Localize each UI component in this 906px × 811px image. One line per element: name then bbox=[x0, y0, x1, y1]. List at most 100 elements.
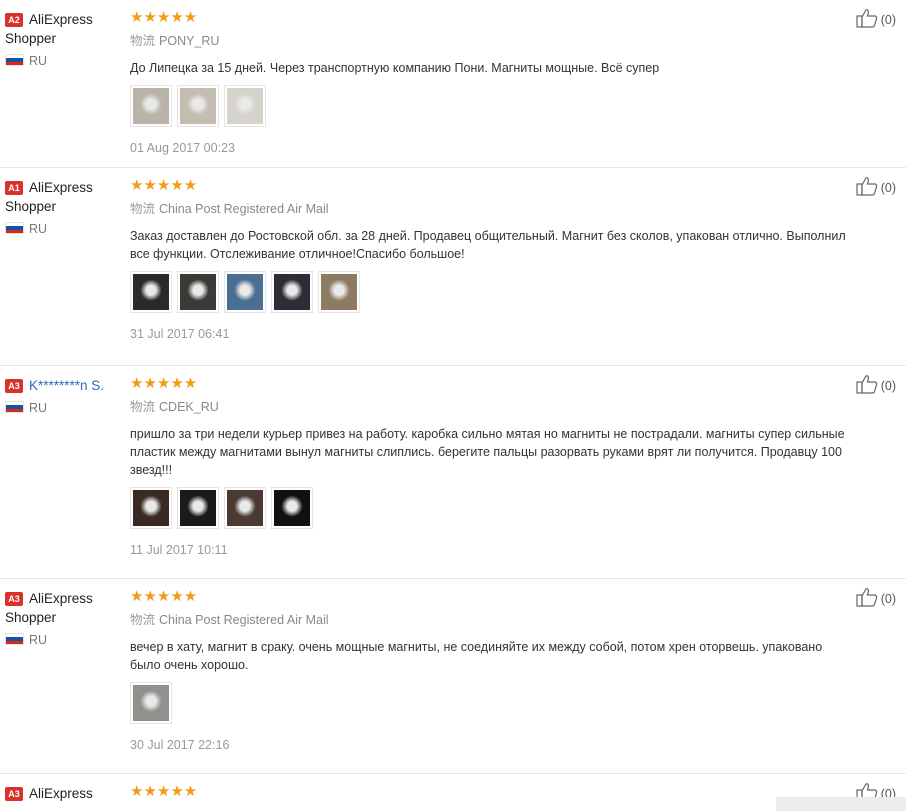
review-photo-thumbnail[interactable] bbox=[271, 271, 313, 313]
thumbs-up-icon bbox=[856, 8, 878, 31]
photo-image bbox=[180, 490, 216, 526]
logistics-method: CDEK_RU bbox=[159, 400, 219, 414]
logistics-method: China Post Registered Air Mail bbox=[159, 613, 329, 627]
review-content: ★★★★★ 物流 China Post Registered Air Mail веч… bbox=[130, 589, 846, 752]
review-item: A3 AliExpress ★★★★★ (0) bbox=[0, 774, 906, 811]
review-item: A1 AliExpress Shopper RU ★★★★★ 物流 China Post … bbox=[0, 168, 906, 366]
review-photo-thumbnail[interactable] bbox=[177, 85, 219, 127]
buyer-level-badge: A3 bbox=[5, 787, 23, 801]
photo-image bbox=[180, 274, 216, 310]
logistics-method: PONY_RU bbox=[159, 34, 220, 48]
country-code: RU bbox=[29, 54, 48, 68]
thumbs-up-icon bbox=[856, 374, 878, 397]
country-code: RU bbox=[29, 401, 48, 415]
reviewer-name: AliExpress bbox=[29, 786, 93, 801]
logistics-label: 物流 bbox=[130, 202, 156, 216]
review-photo-thumbnail[interactable] bbox=[177, 271, 219, 313]
reviewer-line: A2 AliExpress Shopper bbox=[5, 10, 123, 48]
review-date: 01 Aug 2017 00:23 bbox=[130, 141, 235, 155]
review-photo-thumbnail[interactable] bbox=[130, 682, 172, 724]
review-photo-thumbnail[interactable] bbox=[130, 271, 172, 313]
photo-image bbox=[227, 88, 263, 124]
reviewer-info: A3 K********n S. RU bbox=[5, 376, 123, 415]
review-item: A2 AliExpress Shopper RU ★★★★★ 物流 PONY_RU До Л… bbox=[0, 0, 906, 168]
photo-image bbox=[180, 88, 216, 124]
photo-image bbox=[133, 88, 169, 124]
review-date: 31 Jul 2017 06:41 bbox=[130, 327, 230, 341]
photo-image bbox=[274, 490, 310, 526]
helpful-button[interactable]: (0) bbox=[856, 8, 896, 31]
review-text: До Липецка за 15 дней. Через транспортну… bbox=[130, 61, 660, 75]
review-item: A3 AliExpress Shopper RU ★★★★★ 物流 China Post … bbox=[0, 579, 906, 774]
review-date: 30 Jul 2017 22:16 bbox=[130, 738, 230, 752]
country-code: RU bbox=[29, 222, 48, 236]
thumbs-up-icon bbox=[856, 587, 878, 610]
photo-image bbox=[227, 274, 263, 310]
helpful-count: (0) bbox=[880, 591, 896, 606]
reviewer-name[interactable]: K********n S. bbox=[29, 378, 104, 393]
star-rating: ★★★★★ bbox=[130, 177, 198, 194]
review-photo-thumbnail[interactable] bbox=[224, 487, 266, 529]
helpful-count: (0) bbox=[880, 12, 896, 27]
review-content: ★★★★★ bbox=[130, 784, 846, 800]
helpful-count: (0) bbox=[880, 378, 896, 393]
star-rating: ★★★★★ bbox=[130, 375, 198, 392]
buyer-level-badge: A2 bbox=[5, 13, 23, 27]
thumbs-up-icon bbox=[856, 176, 878, 199]
star-rating: ★★★★★ bbox=[130, 588, 198, 605]
review-photo-thumbnail[interactable] bbox=[224, 271, 266, 313]
logistics-label: 物流 bbox=[130, 400, 156, 414]
photo-image bbox=[133, 685, 169, 721]
logistics-label: 物流 bbox=[130, 613, 156, 627]
buyer-level-badge: A3 bbox=[5, 592, 23, 606]
review-date: 11 Jul 2017 10:11 bbox=[130, 543, 228, 557]
logistics-info: 物流 CDEK_RU bbox=[130, 400, 846, 415]
photo-image bbox=[133, 274, 169, 310]
helpful-button[interactable]: (0) bbox=[856, 587, 896, 610]
review-photos bbox=[130, 85, 846, 127]
photo-image bbox=[227, 490, 263, 526]
reviewer-country: RU bbox=[5, 633, 123, 647]
photo-image bbox=[321, 274, 357, 310]
review-photos bbox=[130, 271, 846, 313]
review-photo-thumbnail[interactable] bbox=[271, 487, 313, 529]
helpful-button[interactable]: (0) bbox=[856, 176, 896, 199]
logistics-info: 物流 PONY_RU bbox=[130, 34, 846, 49]
russia-flag-icon bbox=[5, 54, 24, 66]
buyer-level-badge: A1 bbox=[5, 181, 23, 195]
review-text: вечер в хату, магнит в сраку. очень мощн… bbox=[130, 640, 823, 672]
review-photo-thumbnail[interactable] bbox=[318, 271, 360, 313]
russia-flag-icon bbox=[5, 401, 24, 413]
logistics-label: 物流 bbox=[130, 34, 156, 48]
logistics-info: 物流 China Post Registered Air Mail bbox=[130, 613, 846, 628]
review-photo-thumbnail[interactable] bbox=[130, 85, 172, 127]
review-photos bbox=[130, 487, 846, 529]
review-content: ★★★★★ 物流 China Post Registered Air Mail Зак… bbox=[130, 178, 846, 341]
helpful-button[interactable]: (0) bbox=[856, 374, 896, 397]
review-photos bbox=[130, 682, 846, 724]
reviewer-line: A3 AliExpress Shopper bbox=[5, 589, 123, 627]
reviewer-info: A3 AliExpress Shopper RU bbox=[5, 589, 123, 647]
russia-flag-icon bbox=[5, 633, 24, 645]
reviewer-info: A1 AliExpress Shopper RU bbox=[5, 178, 123, 236]
country-code: RU bbox=[29, 633, 48, 647]
reviewer-line: A3 AliExpress bbox=[5, 784, 123, 803]
photo-image bbox=[274, 274, 310, 310]
review-content: ★★★★★ 物流 CDEK_RU пришло за три недели курье… bbox=[130, 376, 846, 557]
review-content: ★★★★★ 物流 PONY_RU До Липецка за 15 дней. Чер… bbox=[130, 10, 846, 155]
review-item: A3 K********n S. RU ★★★★★ 物流 CDEK_RU пришло за… bbox=[0, 366, 906, 579]
reviewer-info: A2 AliExpress Shopper RU bbox=[5, 10, 123, 68]
review-photo-thumbnail[interactable] bbox=[177, 487, 219, 529]
review-photo-thumbnail[interactable] bbox=[224, 85, 266, 127]
reviewer-info: A3 AliExpress bbox=[5, 784, 123, 803]
reviewer-country: RU bbox=[5, 401, 123, 415]
reviewer-line: A3 K********n S. bbox=[5, 376, 123, 395]
reviewer-country: RU bbox=[5, 222, 123, 236]
reviewer-line: A1 AliExpress Shopper bbox=[5, 178, 123, 216]
star-rating: ★★★★★ bbox=[130, 9, 198, 26]
review-text: Заказ доставлен до Ростовской обл. за 28… bbox=[130, 229, 846, 261]
buyer-level-badge: A3 bbox=[5, 379, 23, 393]
helpful-count: (0) bbox=[880, 180, 896, 195]
review-photo-thumbnail[interactable] bbox=[130, 487, 172, 529]
reviewer-country: RU bbox=[5, 54, 123, 68]
